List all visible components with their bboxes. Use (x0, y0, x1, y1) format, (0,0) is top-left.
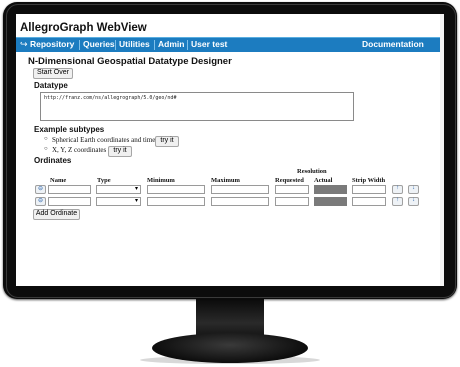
ordinate-minimum-input[interactable] (147, 185, 205, 194)
page-title: N-Dimensional Geospatial Datatype Design… (28, 56, 232, 67)
remove-ordinate-button[interactable]: ⊖ (35, 197, 46, 206)
app-title: AllegroGraph WebView (20, 22, 147, 34)
dropdown-arrow-icon: ▾ (134, 186, 138, 192)
move-up-button[interactable]: ↑ (392, 185, 403, 194)
nav-separator (79, 40, 80, 50)
datatype-textarea[interactable]: http://franz.com/ns/allegrograph/5.0/geo… (40, 92, 354, 121)
nav-separator (154, 40, 155, 50)
datatype-heading: Datatype (34, 81, 68, 90)
column-header-name: Name (50, 177, 67, 184)
nav-item-admin[interactable]: Admin (158, 39, 184, 49)
resolution-requested-input[interactable] (275, 185, 309, 194)
column-header-minimum: Minimum (147, 177, 175, 184)
arrow-up-icon: ↑ (396, 197, 399, 203)
column-header-resolution: Resolution (297, 168, 327, 175)
nav-item-repository[interactable]: Repository (30, 39, 74, 49)
arrow-down-icon: ↓ (412, 197, 415, 203)
nav-bar: ↪ Repository Queries Utilities Admin Use… (16, 37, 444, 52)
ordinate-type-select[interactable]: ▾ (96, 197, 141, 206)
minus-icon: ⊖ (37, 186, 44, 192)
column-header-actual: Actual (314, 177, 333, 184)
remove-ordinate-button[interactable]: ⊖ (35, 185, 46, 194)
column-header-requested: Requested (275, 177, 304, 184)
resolution-requested-input[interactable] (275, 197, 309, 206)
strip-width-input[interactable] (352, 197, 386, 206)
nav-separator (187, 40, 188, 50)
list-bullet-icon: ○ (44, 146, 48, 152)
arrow-up-icon: ↑ (396, 185, 399, 191)
ordinate-minimum-input[interactable] (147, 197, 205, 206)
try-it-button[interactable]: try it (155, 136, 179, 147)
example-subtypes-heading: Example subtypes (34, 125, 105, 134)
example-subtype-label: X, Y, Z coordinates (52, 146, 107, 154)
example-subtype-label: Spherical Earth coordinates and time (52, 136, 156, 144)
move-down-button[interactable]: ↓ (408, 185, 419, 194)
try-it-button[interactable]: try it (108, 146, 132, 157)
nav-item-queries[interactable]: Queries (83, 39, 115, 49)
ordinate-name-input[interactable] (48, 197, 91, 206)
resolution-actual-field (314, 197, 347, 206)
move-up-button[interactable]: ↑ (392, 197, 403, 206)
start-over-button[interactable]: Start Over (33, 68, 73, 79)
nav-separator (115, 40, 116, 50)
monitor-stand-base (152, 333, 308, 363)
ordinates-heading: Ordinates (34, 156, 72, 165)
column-header-maximum: Maximum (211, 177, 240, 184)
dropdown-arrow-icon: ▾ (134, 198, 138, 204)
strip-width-input[interactable] (352, 185, 386, 194)
column-header-strip-width: Strip Width (352, 177, 386, 184)
back-arrow-icon[interactable]: ↪ (20, 39, 28, 50)
list-bullet-icon: ○ (44, 136, 48, 142)
ordinate-maximum-input[interactable] (211, 185, 269, 194)
ordinate-name-input[interactable] (48, 185, 91, 194)
nav-item-user[interactable]: User test (191, 39, 227, 49)
minus-icon: ⊖ (37, 198, 44, 204)
add-ordinate-button[interactable]: Add Ordinate (33, 209, 80, 220)
ordinate-maximum-input[interactable] (211, 197, 269, 206)
scrollbar[interactable] (440, 14, 444, 286)
monitor-screen: AllegroGraph WebView ↪ Repository Querie… (16, 14, 444, 286)
nav-item-utilities[interactable]: Utilities (119, 39, 150, 49)
resolution-actual-field (314, 185, 347, 194)
arrow-down-icon: ↓ (412, 185, 415, 191)
column-header-type: Type (97, 177, 111, 184)
ordinate-type-select[interactable]: ▾ (96, 185, 141, 194)
nav-item-documentation[interactable]: Documentation (362, 39, 424, 49)
move-down-button[interactable]: ↓ (408, 197, 419, 206)
